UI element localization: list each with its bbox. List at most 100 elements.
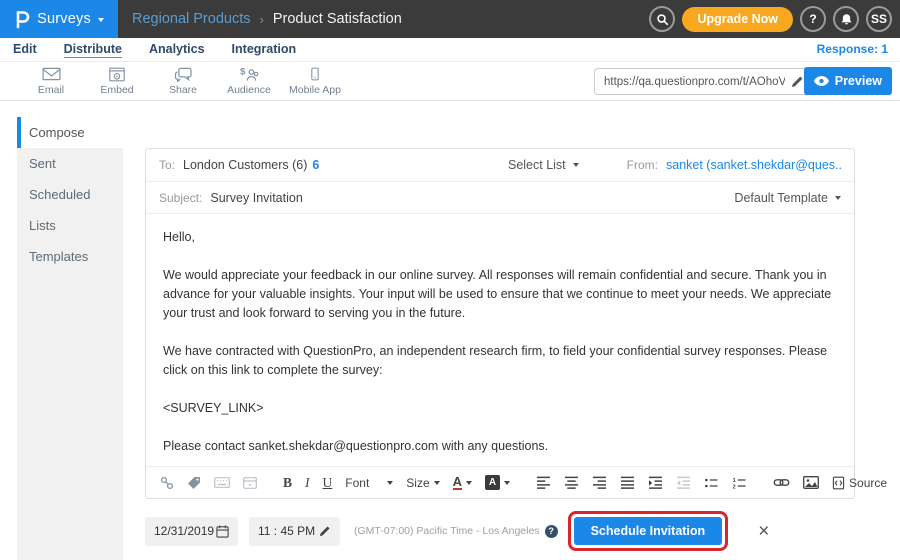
- preview-button[interactable]: Preview: [804, 67, 892, 95]
- body-paragraph: <SURVEY_LINK>: [163, 399, 837, 418]
- eye-icon: [814, 76, 829, 86]
- upgrade-now-button[interactable]: Upgrade Now: [682, 7, 793, 32]
- template-label: Default Template: [734, 191, 828, 205]
- email-icon: [42, 67, 61, 82]
- mobile-app-icon: [307, 66, 323, 82]
- numbered-list-button[interactable]: 12: [732, 477, 747, 489]
- channel-audience[interactable]: $ Audience: [216, 62, 282, 100]
- editor-toolbar: B I U Font Size A A: [146, 466, 854, 498]
- increase-indent-button[interactable]: [648, 476, 663, 489]
- schedule-date-input[interactable]: 12/31/2019: [145, 517, 238, 546]
- to-label: To:: [159, 158, 175, 172]
- survey-url-input[interactable]: [595, 69, 811, 94]
- tab-distribute[interactable]: Distribute: [64, 42, 122, 58]
- survey-url-field[interactable]: [594, 68, 812, 95]
- bold-button[interactable]: B: [283, 475, 292, 491]
- sidebar-item-lists[interactable]: Lists: [17, 210, 123, 241]
- align-right-button[interactable]: [592, 476, 607, 489]
- edit-url-button[interactable]: [791, 75, 804, 93]
- breadcrumb: Regional Products › Product Satisfaction: [132, 11, 402, 27]
- chevron-down-icon: [387, 481, 393, 485]
- breadcrumb-parent[interactable]: Regional Products: [132, 11, 251, 27]
- chevron-down-icon: [434, 481, 440, 485]
- sidebar-item-scheduled[interactable]: Scheduled: [17, 179, 123, 210]
- sidebar-item-sent[interactable]: Sent: [17, 148, 123, 179]
- tab-integration[interactable]: Integration: [232, 42, 297, 57]
- chevron-down-icon: [835, 196, 841, 200]
- sidebar-item-compose[interactable]: Compose: [17, 117, 123, 148]
- channel-share[interactable]: Share: [150, 62, 216, 100]
- search-icon: [656, 13, 669, 26]
- chain-link-icon: [160, 476, 174, 490]
- select-list-dropdown[interactable]: Select List: [508, 158, 579, 172]
- search-button[interactable]: [649, 6, 675, 32]
- channel-email[interactable]: Email: [18, 62, 84, 100]
- pencil-icon: [791, 75, 804, 88]
- top-header: Surveys Regional Products › Product Sati…: [0, 0, 900, 38]
- svg-text:1: 1: [733, 478, 736, 484]
- underline-button[interactable]: U: [323, 475, 333, 491]
- keyboard-icon: [214, 477, 230, 488]
- breadcrumb-current: Product Satisfaction: [273, 11, 402, 27]
- notifications-button[interactable]: [833, 6, 859, 32]
- response-count[interactable]: Response: 1: [817, 42, 888, 56]
- channel-label: Email: [38, 84, 64, 96]
- annotation-highlight: Schedule Invitation: [568, 511, 729, 551]
- chevron-down-icon: [573, 163, 579, 167]
- survey-nav-row: Edit Distribute Analytics Integration Re…: [0, 38, 900, 61]
- align-left-button[interactable]: [536, 476, 551, 489]
- align-center-button[interactable]: [564, 476, 579, 489]
- select-list-label: Select List: [508, 158, 566, 172]
- timezone-label-wrap: (GMT-07:00) Pacific Time - Los Angeles ?: [354, 525, 558, 538]
- from-value[interactable]: sanket (sanket.shekdar@ques...: [666, 158, 841, 172]
- merge-tag-button[interactable]: [187, 476, 201, 490]
- source-button[interactable]: Source: [832, 476, 887, 490]
- merge-link-button[interactable]: [160, 476, 174, 490]
- channel-label: Embed: [100, 84, 133, 96]
- bell-icon: [840, 13, 853, 26]
- tag-icon: [187, 476, 201, 490]
- avatar[interactable]: SS: [866, 6, 892, 32]
- justify-button[interactable]: [620, 476, 635, 489]
- distribute-toolbar: Email Embed Share $ Audience: [0, 61, 900, 101]
- insert-image-button[interactable]: [803, 476, 819, 489]
- tab-analytics[interactable]: Analytics: [149, 42, 205, 57]
- brand-menu-label: Surveys: [37, 11, 91, 27]
- size-dropdown[interactable]: Size: [406, 476, 439, 490]
- surveys-menu[interactable]: Surveys: [0, 0, 118, 38]
- distribute-content: Compose Sent Scheduled Lists Templates T…: [0, 101, 900, 560]
- preview-label: Preview: [835, 74, 882, 88]
- sidebar-item-templates[interactable]: Templates: [17, 241, 123, 272]
- help-button[interactable]: ?: [800, 6, 826, 32]
- align-center-icon: [564, 476, 579, 489]
- schedule-time-input[interactable]: 11 : 45 PM: [249, 517, 340, 546]
- text-color-button[interactable]: A: [453, 475, 472, 490]
- widget-button: [243, 477, 257, 489]
- date-value: 12/31/2019: [154, 524, 214, 538]
- font-dropdown[interactable]: Font: [345, 476, 393, 490]
- audience-icon: $: [240, 67, 259, 82]
- email-body-editor[interactable]: Hello, We would appreciate your feedback…: [146, 214, 854, 466]
- channel-mobile-app[interactable]: Mobile App: [282, 62, 348, 100]
- schedule-invitation-button[interactable]: Schedule Invitation: [574, 517, 723, 545]
- tab-edit[interactable]: Edit: [13, 42, 37, 57]
- italic-button[interactable]: I: [305, 475, 310, 491]
- questionpro-logo: [14, 9, 30, 29]
- numbered-list-icon: 12: [732, 477, 747, 489]
- channel-embed[interactable]: Embed: [84, 62, 150, 100]
- channel-label: Mobile App: [289, 84, 341, 96]
- background-color-button[interactable]: A: [485, 475, 510, 490]
- subject-value[interactable]: Survey Invitation: [210, 191, 302, 205]
- close-icon[interactable]: ×: [758, 522, 769, 541]
- chevron-down-icon: [98, 18, 104, 22]
- recipient-count-badge[interactable]: 6: [312, 158, 319, 172]
- insert-link-button[interactable]: [773, 478, 790, 487]
- bulleted-list-button[interactable]: [704, 477, 719, 489]
- timezone-label: (GMT-07:00) Pacific Time - Los Angeles: [354, 525, 540, 537]
- decrease-indent-button: [676, 476, 691, 489]
- template-dropdown[interactable]: Default Template: [734, 191, 841, 205]
- to-value[interactable]: London Customers (6): [183, 158, 307, 172]
- email-sidebar: Compose Sent Scheduled Lists Templates: [17, 117, 123, 560]
- timezone-help-icon[interactable]: ?: [545, 525, 558, 538]
- justify-icon: [620, 476, 635, 489]
